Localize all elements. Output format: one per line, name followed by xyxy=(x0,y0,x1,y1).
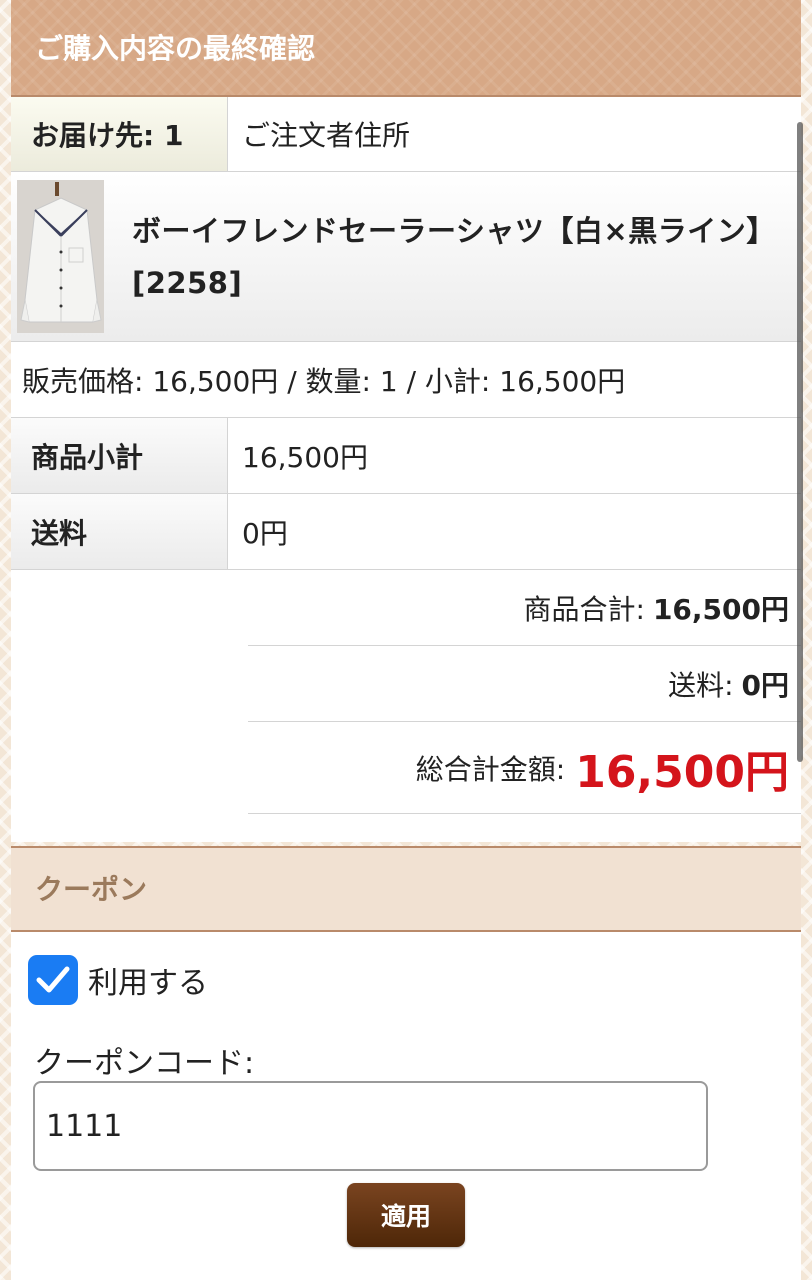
checkmark-icon xyxy=(36,966,70,993)
shipping-total-value: 0円 xyxy=(741,668,789,702)
product-row: ボーイフレンドセーラーシャツ【白×黒ライン】 [2258] xyxy=(11,172,801,342)
price-summary-line: 販売価格: 16,500円 / 数量: 1 / 小計: 16,500円 xyxy=(11,342,801,418)
destination-value: ご注文者住所 xyxy=(242,119,411,152)
grand-total-value: 16,500円 xyxy=(575,746,789,798)
subtotal-row: 商品小計 16,500円 xyxy=(11,418,801,494)
apply-coupon-button[interactable]: 適用 xyxy=(347,1183,465,1247)
goods-total-label: 商品合計: xyxy=(523,592,645,626)
order-confirmation-panel: ご購入内容の最終確認 お届け先: 1 ご注文者住所 ボーイフレンドセーラーシャツ… xyxy=(11,0,801,842)
product-image[interactable] xyxy=(17,180,104,333)
shipping-total-label: 送料: xyxy=(668,668,734,702)
coupon-code-input[interactable]: 1111 xyxy=(33,1081,708,1171)
shipping-value: 0円 xyxy=(242,516,288,550)
use-coupon-option[interactable]: 利用する xyxy=(28,955,208,1005)
goods-total-line: 商品合計: 16,500円 xyxy=(248,570,801,646)
destination-label: お届け先: 1 xyxy=(11,97,228,171)
use-coupon-label: 利用する xyxy=(88,966,208,1001)
subtotal-value: 16,500円 xyxy=(242,440,368,474)
scrollbar[interactable] xyxy=(797,122,803,762)
destination-row: お届け先: 1 ご注文者住所 xyxy=(11,97,801,172)
use-coupon-checkbox[interactable] xyxy=(28,955,78,1005)
product-name[interactable]: ボーイフレンドセーラーシャツ【白×黒ライン】 [2258] xyxy=(104,205,801,309)
subtotal-label: 商品小計 xyxy=(11,418,228,493)
shipping-label: 送料 xyxy=(11,494,228,569)
shipping-row: 送料 0円 xyxy=(11,494,801,570)
order-confirmation-title: ご購入内容の最終確認 xyxy=(11,0,801,97)
coupon-title: クーポン xyxy=(11,848,801,932)
totals-section: 商品合計: 16,500円 送料: 0円 総合計金額: 16,500円 xyxy=(11,570,801,846)
coupon-code-label: クーポンコード: xyxy=(34,1046,255,1081)
grand-total-line: 総合計金額: 16,500円 xyxy=(248,722,801,814)
coupon-panel: クーポン 利用する クーポンコード: 1111 適用 xyxy=(11,846,801,1280)
grand-total-label: 総合計金額: xyxy=(415,752,566,786)
shipping-total-line: 送料: 0円 xyxy=(248,646,801,722)
goods-total-value: 16,500円 xyxy=(652,592,789,626)
coupon-code-value: 1111 xyxy=(46,1108,123,1144)
